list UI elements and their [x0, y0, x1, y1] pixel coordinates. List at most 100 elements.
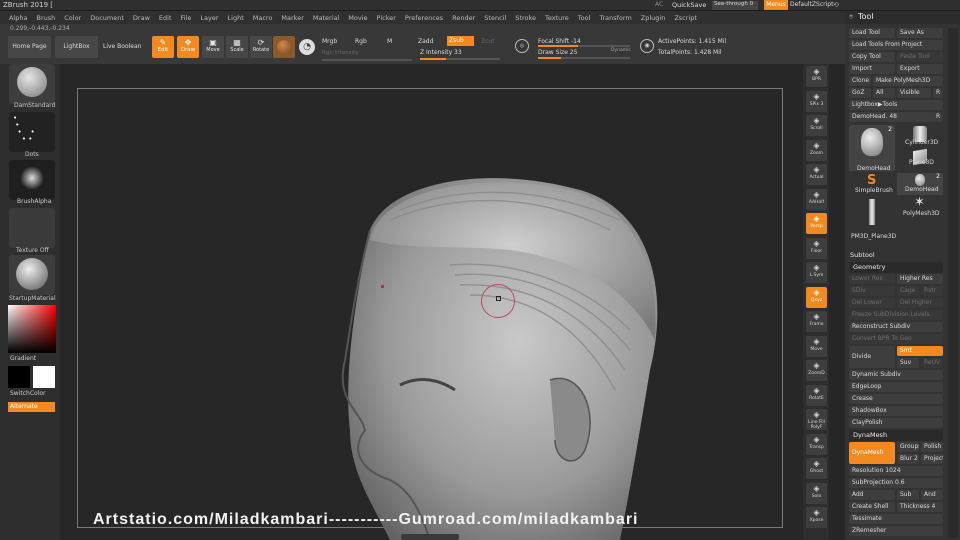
menu-item-light[interactable]: Light	[228, 14, 244, 22]
z-intensity-track[interactable]	[420, 58, 500, 60]
stroke-thumbnail[interactable]: • • • • • •	[9, 112, 55, 152]
lower-res-button[interactable]: Lower Res	[849, 274, 895, 284]
reconstruct-subdiv-button[interactable]: Reconstruct Subdiv	[849, 322, 943, 332]
menu-item-draw[interactable]: Draw	[133, 14, 150, 22]
focal-shift-track[interactable]	[538, 45, 630, 47]
tool-thumb-cylinder3d[interactable]: Cylinder3D	[897, 125, 943, 147]
menu-item-stencil[interactable]: Stencil	[484, 14, 506, 22]
convert-bpr-button[interactable]: Convert BPR To Geo	[849, 334, 943, 344]
edgeloop-button[interactable]: EdgeLoop	[849, 382, 943, 392]
live-boolean-button[interactable]: Live Boolean	[103, 43, 141, 50]
divide-button[interactable]: Divide	[849, 346, 895, 368]
goz-visible-button[interactable]: Visible	[897, 88, 931, 98]
current-tool-r-button[interactable]: R	[933, 112, 943, 122]
dynamesh-and-button[interactable]: And	[921, 490, 943, 500]
geometry-header[interactable]: Geometry	[849, 262, 943, 273]
goz-all-button[interactable]: All	[873, 88, 895, 98]
move-button[interactable]: ▣ Move	[202, 36, 224, 58]
create-shell-button[interactable]: Create Shell	[849, 502, 895, 512]
rgb-intensity-slider[interactable]: Rgb Intensity	[322, 50, 359, 56]
material-swatch-button[interactable]	[273, 36, 295, 58]
shelf-button-bpr[interactable]: ◈ BPR	[806, 66, 827, 87]
dynamesh-resolution-slider[interactable]: Resolution 1024	[849, 466, 943, 476]
shelf-button-zoom[interactable]: ◈ Zoom	[806, 139, 827, 161]
dynamesh-blur-slider[interactable]: Blur 2	[897, 454, 919, 464]
dynamesh-polish-toggle[interactable]: Polish	[921, 442, 943, 452]
menu-item-transform[interactable]: Transform	[599, 14, 631, 22]
shadowbox-button[interactable]: ShadowBox	[849, 406, 943, 416]
smt-toggle[interactable]: Smt	[897, 346, 943, 356]
rotate-button[interactable]: ⟳ Rotate	[250, 36, 272, 58]
menu-item-stroke[interactable]: Stroke	[515, 14, 536, 22]
primary-color-swatch[interactable]	[33, 366, 55, 388]
texture-thumbnail[interactable]	[9, 208, 55, 248]
rgb-intensity-track[interactable]	[322, 59, 412, 61]
menu-item-layer[interactable]: Layer	[200, 14, 218, 22]
zcut-button[interactable]: Zcut	[481, 38, 495, 45]
suv-toggle[interactable]: Suv	[897, 358, 919, 368]
default-zscript-button[interactable]: DefaultZScript	[790, 1, 833, 8]
draw-button[interactable]: ✥ Draw	[177, 36, 199, 58]
reuv-toggle[interactable]: ReUV	[921, 358, 943, 368]
dynamic-toggle[interactable]: Dynamic	[611, 48, 631, 53]
cage-button[interactable]: Cage	[897, 286, 919, 296]
edit-button[interactable]: ✎ Edit	[152, 36, 174, 58]
menu-item-alpha[interactable]: Alpha	[9, 14, 27, 22]
menu-item-movie[interactable]: Movie	[348, 14, 367, 22]
zremesher-button[interactable]: ZRemesher	[849, 526, 943, 536]
export-button[interactable]: Export	[897, 64, 943, 74]
focal-shift-slider[interactable]: Focal Shift -14	[538, 38, 581, 45]
shelf-button-persp[interactable]: ◈ Persp	[806, 213, 827, 234]
menu-item-file[interactable]: File	[181, 14, 192, 22]
alpha-thumbnail[interactable]	[9, 160, 55, 200]
dynamesh-add-button[interactable]: Add	[849, 490, 895, 500]
home-page-button[interactable]: Home Page	[8, 36, 51, 58]
material-thumbnail[interactable]	[9, 255, 55, 295]
sdiv-slider[interactable]: SDiv	[849, 286, 895, 296]
draw-size-slider[interactable]: Draw Size 25	[538, 49, 577, 56]
mrgb-button[interactable]: Mrgb	[322, 38, 337, 45]
shelf-button-zoomd[interactable]: ◈ ZoomD	[806, 360, 827, 381]
tool-palette-scrollbar[interactable]	[948, 28, 958, 538]
shelf-button-aahalf[interactable]: ◈ AAHalf	[806, 188, 827, 210]
menu-item-zscript[interactable]: Zscript	[674, 14, 697, 22]
shelf-button-solo[interactable]: ◈ Solo	[806, 482, 827, 504]
quicksave-button[interactable]: QuickSave	[672, 1, 706, 9]
load-tools-from-project-button[interactable]: Load Tools From Project	[849, 40, 943, 50]
subprojection-slider[interactable]: SubProjection 0.6	[849, 478, 943, 488]
crease-button[interactable]: Crease	[849, 394, 943, 404]
lightbox-tools-button[interactable]: Lightbox▶Tools	[849, 100, 943, 110]
m-button[interactable]: M	[387, 38, 392, 45]
goz-r-button[interactable]: R	[933, 88, 943, 98]
rgb-button[interactable]: Rgb	[355, 38, 367, 45]
shelf-button-scroll[interactable]: ◈ Scroll	[806, 115, 827, 136]
menus-button[interactable]: Menus	[764, 0, 788, 10]
menu-item-macro[interactable]: Macro	[253, 14, 273, 22]
tessimate-button[interactable]: Tessimate	[849, 514, 943, 524]
menu-item-render[interactable]: Render	[452, 14, 475, 22]
brush-thumbnail[interactable]	[9, 64, 55, 104]
dynamesh-sub-button[interactable]: Sub	[897, 490, 919, 500]
lightbox-button[interactable]: LightBox	[55, 36, 98, 58]
tool-thumb-demohead[interactable]: 2 DemoHead	[849, 125, 895, 172]
color-sphere-icon[interactable]: ◔	[299, 39, 315, 55]
tool-thumb-demohead-2[interactable]: 2 DemoHead	[897, 173, 943, 195]
dynamesh-button[interactable]: DynaMesh	[849, 442, 895, 464]
shelf-button-spix-3[interactable]: ◈ SPix 3	[806, 90, 827, 112]
freeze-subdivision-button[interactable]: Freeze SubDivision Levels	[849, 310, 943, 320]
zadd-button[interactable]: Zadd	[418, 38, 433, 45]
bottom-tray-handle[interactable]	[401, 534, 459, 540]
secondary-color-swatch[interactable]	[8, 366, 30, 388]
alternate-button[interactable]: Alternate	[8, 402, 55, 412]
clone-button[interactable]: Clone	[849, 76, 871, 86]
scale-button[interactable]: ▦ Scale	[226, 36, 248, 58]
brush-size-icon[interactable]: ◎	[515, 39, 529, 53]
menu-item-zplugin[interactable]: Zplugin	[641, 14, 666, 22]
shelf-button-xpose[interactable]: ◈ Xpose	[806, 507, 827, 528]
import-button[interactable]: Import	[849, 64, 895, 74]
del-lower-button[interactable]: Del Lower	[849, 298, 895, 308]
dynamesh-groups-toggle[interactable]: Groups	[897, 442, 919, 452]
subtool-section[interactable]: Subtool	[850, 251, 875, 259]
shelf-button-line-fill-polyf[interactable]: ◈ Line Fill PolyF	[806, 409, 827, 430]
menu-item-edit[interactable]: Edit	[159, 14, 172, 22]
